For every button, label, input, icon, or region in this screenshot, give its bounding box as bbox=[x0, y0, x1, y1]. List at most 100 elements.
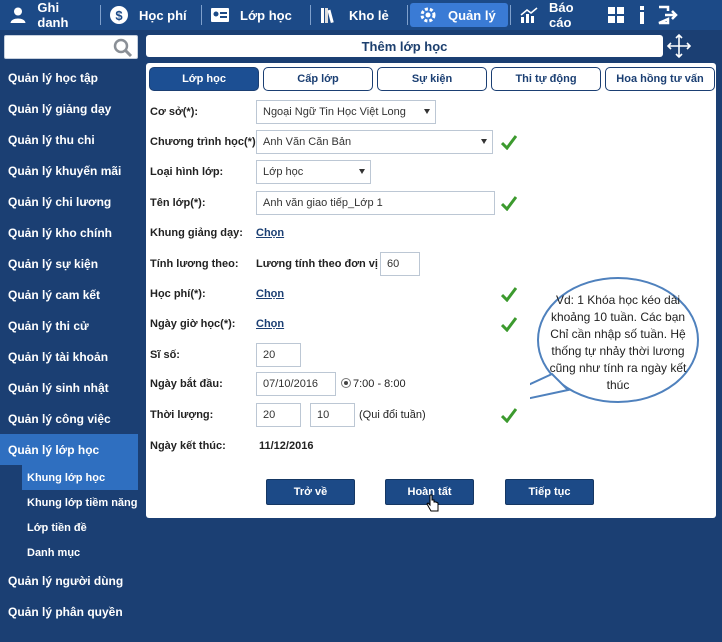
tab-su-kien[interactable]: Sự kiện bbox=[377, 67, 487, 91]
nav-label: Kho lẻ bbox=[349, 7, 389, 23]
sidebar-search bbox=[4, 35, 138, 59]
tab-cap-lop[interactable]: Cấp lớp bbox=[263, 67, 373, 91]
chevron-down-icon bbox=[359, 169, 365, 174]
loai-hinh-select[interactable]: Lớp học bbox=[256, 160, 371, 184]
logout-icon bbox=[658, 5, 678, 25]
back-button[interactable]: Trở về bbox=[266, 479, 355, 505]
sidebar-item-sinh-nhat[interactable]: Quản lý sinh nhật bbox=[0, 372, 140, 403]
nav-label: Lớp học bbox=[240, 7, 292, 23]
info-button[interactable] bbox=[629, 0, 655, 30]
sidebar-item-label: Quản lý chi lương bbox=[8, 194, 112, 209]
sidebar-item-thi-cu[interactable]: Quản lý thi cử bbox=[0, 310, 140, 341]
tab-lop-hoc[interactable]: Lớp học bbox=[149, 67, 259, 91]
gear-icon bbox=[418, 5, 438, 25]
sidebar-item-label: Quản lý tài khoản bbox=[8, 349, 109, 364]
grid-menu-button[interactable] bbox=[603, 0, 629, 30]
sidebar-item-label: Quản lý kho chính bbox=[8, 225, 113, 240]
next-button[interactable]: Tiếp tục bbox=[505, 479, 594, 505]
ngay-gio-hoc-link[interactable]: Chọn bbox=[256, 318, 284, 330]
tab-bar: Lớp học Cấp lớp Sự kiện Thi tự động Hoa … bbox=[149, 67, 719, 91]
sidebar-subitem-danh-muc[interactable]: Danh mục bbox=[0, 540, 140, 565]
nav-label: Học phí bbox=[139, 7, 187, 23]
nav-kho-le[interactable]: Kho lẻ bbox=[311, 0, 407, 30]
nav-lop-hoc[interactable]: Lớp học bbox=[202, 0, 310, 30]
select-value: Ngoại Ngữ Tin Học Việt Long bbox=[263, 106, 406, 118]
sidebar-subitem-khung-lop-hoc[interactable]: Khung lớp học bbox=[22, 465, 138, 490]
nav-hoc-phi[interactable]: $ Học phí bbox=[101, 0, 201, 30]
move-icon[interactable] bbox=[666, 33, 692, 64]
sidebar-item-phan-quyen[interactable]: Quản lý phân quyền bbox=[0, 596, 140, 627]
sidebar-item-cong-viec[interactable]: Quản lý công việc bbox=[0, 403, 140, 434]
sidebar-subitem-label: Danh mục bbox=[27, 546, 81, 559]
nav-bao-cao[interactable]: Báo cáo bbox=[511, 0, 603, 30]
co-so-select[interactable]: Ngoại Ngữ Tin Học Việt Long bbox=[256, 100, 436, 124]
sidebar-item-nguoi-dung[interactable]: Quản lý người dùng bbox=[0, 565, 140, 596]
input-value: 07/10/2016 bbox=[263, 378, 319, 390]
field-label: Tính lương theo: bbox=[150, 258, 239, 270]
sidebar-subitem-lop-tien-de[interactable]: Lớp tiền đề bbox=[0, 515, 140, 540]
si-so-input[interactable]: 20 bbox=[256, 343, 301, 367]
time-radio[interactable] bbox=[341, 378, 351, 388]
field-label: Chương trình học(*): bbox=[150, 136, 260, 148]
field-label: Loại hình lớp: bbox=[150, 166, 224, 178]
check-icon bbox=[500, 286, 518, 307]
field-label: Sĩ số: bbox=[150, 349, 180, 361]
sidebar-item-label: Quản lý cam kết bbox=[8, 287, 101, 302]
sidebar-item-su-kien[interactable]: Quản lý sự kiện bbox=[0, 248, 140, 279]
check-icon bbox=[500, 407, 518, 428]
sidebar-item-giang-day[interactable]: Quản lý giảng dạy bbox=[0, 93, 140, 124]
input-value: 20 bbox=[263, 409, 276, 421]
nav-label: Ghi danh bbox=[37, 0, 69, 30]
input-value: 10 bbox=[317, 409, 330, 421]
sidebar-item-label: Quản lý lớp học bbox=[8, 442, 100, 457]
ten-lop-input[interactable]: Anh văn giao tiếp_Lớp 1 bbox=[256, 191, 495, 215]
sidebar-item-hoc-tap[interactable]: Quản lý học tập bbox=[0, 62, 140, 93]
check-icon bbox=[500, 195, 518, 216]
sidebar-item-label: Quản lý phân quyền bbox=[8, 604, 123, 619]
field-label: Học phí(*): bbox=[150, 288, 206, 300]
sidebar-item-lop-hoc[interactable]: Quản lý lớp học bbox=[0, 434, 138, 465]
logout-button[interactable] bbox=[655, 0, 681, 30]
sidebar-item-thu-chi[interactable]: Quản lý thu chi bbox=[0, 124, 140, 155]
qui-doi-tuan-note: (Qui đổi tuần) bbox=[359, 409, 426, 421]
ngay-bat-dau-input[interactable]: 07/10/2016 bbox=[256, 372, 336, 396]
field-label: Ngày kết thúc: bbox=[150, 440, 226, 452]
page-title: Thêm lớp học bbox=[146, 35, 663, 57]
sidebar-subitem-khung-lop-tiem-nang[interactable]: Khung lớp tiềm năng bbox=[0, 490, 140, 515]
nav-label: Quản lý bbox=[448, 7, 496, 23]
sidebar-item-kho-chinh[interactable]: Quản lý kho chính bbox=[0, 217, 140, 248]
tab-thi-tu-dong[interactable]: Thi tự động bbox=[491, 67, 601, 91]
field-label: Ngày bắt đầu: bbox=[150, 378, 223, 390]
so-tuan-input[interactable]: 10 bbox=[310, 403, 355, 427]
dollar-icon: $ bbox=[109, 5, 129, 25]
books-icon bbox=[319, 5, 339, 25]
field-label: Thời lượng: bbox=[150, 409, 214, 421]
nav-quan-ly[interactable]: Quản lý bbox=[410, 3, 508, 27]
tinh-luong-text: Lương tính theo đơn vị bbox=[256, 258, 378, 270]
top-navbar: Ghi danh $ Học phí Lớp học Kho lẻ Quản l… bbox=[0, 0, 722, 30]
sidebar-item-tai-khoan[interactable]: Quản lý tài khoản bbox=[0, 341, 140, 372]
sidebar-item-chi-luong[interactable]: Quản lý chi lương bbox=[0, 186, 140, 217]
field-label: Khung giảng dạy: bbox=[150, 227, 243, 239]
check-icon bbox=[500, 134, 518, 155]
hoc-phi-link[interactable]: Chọn bbox=[256, 288, 284, 300]
ngay-ket-thuc-value: 11/12/2016 bbox=[259, 440, 314, 452]
field-label: Tên lớp(*): bbox=[150, 197, 206, 209]
tinh-luong-input[interactable]: 60 bbox=[380, 252, 420, 276]
search-input[interactable] bbox=[9, 37, 109, 57]
input-value: Anh văn giao tiếp_Lớp 1 bbox=[263, 197, 383, 209]
sidebar-menu: Quản lý học tập Quản lý giảng dạy Quản l… bbox=[0, 62, 140, 627]
nav-ghi-danh[interactable]: Ghi danh bbox=[0, 0, 100, 30]
khung-giang-day-link[interactable]: Chọn bbox=[256, 227, 284, 239]
svg-text:$: $ bbox=[115, 8, 123, 23]
input-value: 60 bbox=[387, 258, 400, 270]
chuong-trinh-select[interactable]: Anh Văn Căn Bản bbox=[256, 130, 493, 154]
time-slot-text: 7:00 - 8:00 bbox=[353, 378, 406, 390]
sidebar-item-khuyen-mai[interactable]: Quản lý khuyến mãi bbox=[0, 155, 140, 186]
tab-hoa-hong-tu-van[interactable]: Hoa hồng tư vấn bbox=[605, 67, 715, 91]
chevron-down-icon bbox=[424, 109, 430, 114]
sidebar-item-cam-ket[interactable]: Quản lý cam kết bbox=[0, 279, 140, 310]
thoi-luong-input[interactable]: 20 bbox=[256, 403, 301, 427]
nav-divider bbox=[407, 5, 408, 25]
search-icon[interactable] bbox=[113, 38, 133, 63]
